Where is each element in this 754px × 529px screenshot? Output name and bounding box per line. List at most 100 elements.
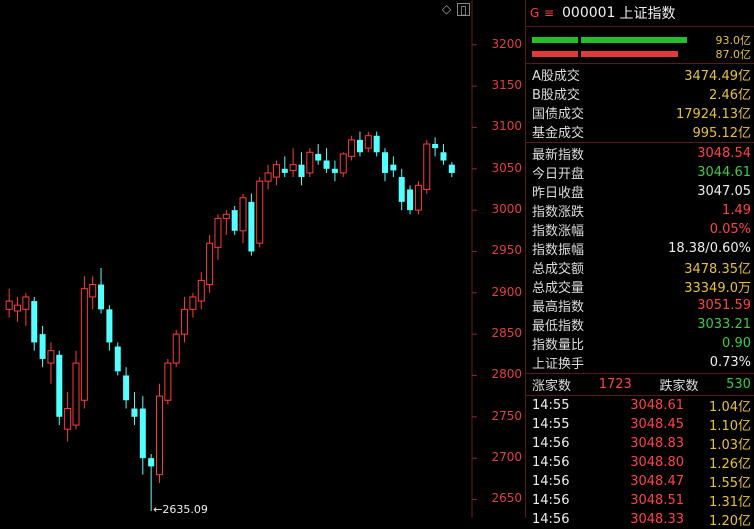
candlestick-chart[interactable]: ◇ ▯ 3200 3150 3100 3050 3000 2950 2900 2850 2800…	[0, 0, 524, 518]
tick-row: 14:56 3048.47 1.55亿	[526, 472, 754, 491]
tick-price: 3048.33	[630, 512, 684, 527]
menu-icon[interactable]: ≡	[544, 6, 558, 20]
stat-row: 最低指数 3033.21	[526, 315, 754, 334]
stat-row: 指数量比 0.90	[526, 334, 754, 353]
turnover-row: A股成交 3474.49亿	[526, 65, 754, 84]
candle-body	[14, 304, 22, 312]
candle-body	[331, 168, 338, 173]
y-tick-label: 3100	[491, 119, 522, 134]
candle-body	[123, 375, 130, 401]
tick-time: 14:56	[532, 455, 570, 470]
candle-body	[98, 284, 105, 310]
down-count: 530	[726, 377, 751, 392]
stats-section: 最新指数 3048.54 今日开盘 3044.61 昨日收盘 3047.05 指数涨跌 1.4…	[526, 143, 754, 374]
order-bar-right	[580, 51, 678, 57]
stat-label: 总成交量	[532, 281, 585, 296]
candle-body	[189, 296, 197, 310]
turnover-label: 基金成交	[532, 126, 585, 141]
candle-body	[248, 201, 255, 252]
candle-body	[214, 217, 222, 248]
stat-label: 上证换手	[532, 357, 585, 372]
tick-amount: 1.20亿	[709, 514, 751, 529]
candle-body	[289, 164, 297, 171]
up-count-label: 涨家数	[532, 379, 572, 394]
stat-value: 3044.61	[697, 165, 751, 180]
diamond-icon[interactable]: ◇	[440, 3, 453, 16]
stat-row: 指数涨幅 0.05%	[526, 220, 754, 239]
candle-body	[31, 301, 38, 343]
stat-row: 总成交额 3478.35亿	[526, 258, 754, 277]
candle-body	[414, 184, 422, 211]
stat-row: 最高指数 3051.59	[526, 296, 754, 315]
candle-body	[348, 139, 356, 157]
candle-body	[5, 300, 13, 310]
turnover-section: A股成交 3474.49亿 B股成交 2.46亿 国债成交 17924.13亿 基金成交 99…	[526, 64, 754, 143]
tick-row: 14:56 3048.33 1.20亿	[526, 510, 754, 529]
tick-list[interactable]: 14:55 3048.61 1.04亿 14:55 3048.45 1.10亿 14:56 3…	[526, 396, 754, 529]
up-count: 1723	[598, 377, 632, 392]
window-icon[interactable]: ▯	[457, 3, 470, 17]
turnover-label: A股成交	[532, 69, 580, 84]
tick-time: 14:56	[532, 474, 570, 489]
candle-body	[22, 296, 30, 310]
candle-body	[407, 189, 414, 211]
tick-price: 3048.47	[630, 474, 684, 489]
tick-time: 14:56	[532, 512, 570, 527]
stat-value: 33349.0万	[684, 281, 751, 296]
order-bar-label: 87.0亿	[715, 48, 752, 61]
y-tick-label: 3150	[491, 78, 522, 93]
stat-label: 指数涨跌	[532, 205, 585, 220]
stat-label: 最新指数	[532, 148, 585, 163]
candle-body	[432, 144, 439, 149]
tick-amount: 1.55亿	[709, 476, 751, 491]
tick-price: 3048.80	[630, 455, 684, 470]
candle-body	[323, 160, 330, 169]
candle-body	[423, 143, 431, 190]
tick-price: 3048.61	[630, 398, 684, 413]
tick-row: 14:55 3048.45 1.10亿	[526, 415, 754, 434]
y-tick-label: 2700	[491, 450, 522, 465]
candle-body	[56, 354, 63, 417]
candle-body	[315, 153, 322, 161]
candle-body	[373, 135, 380, 153]
tick-time: 14:55	[532, 398, 570, 413]
order-bars: 93.0亿 87.0亿	[526, 27, 754, 64]
index-code: 000001	[562, 5, 616, 21]
y-tick-label: 2850	[491, 326, 522, 341]
stat-value: 3033.21	[697, 317, 751, 332]
arrow-left-icon: ←	[153, 503, 163, 517]
turnover-value: 17924.13亿	[675, 107, 751, 122]
turnover-value: 995.12亿	[692, 126, 752, 141]
candle-body	[272, 164, 280, 178]
index-name: 上证指数	[619, 6, 676, 22]
group-label[interactable]: G	[530, 6, 544, 20]
stat-row: 上证换手 0.73%	[526, 353, 754, 372]
candle-body	[356, 139, 363, 153]
tick-amount: 1.31亿	[709, 495, 751, 510]
turnover-value: 3474.49亿	[684, 69, 751, 84]
turnover-label: 国债成交	[532, 107, 585, 122]
tick-price: 3048.83	[630, 436, 684, 451]
order-bar-left	[532, 37, 578, 43]
candle-body	[106, 309, 113, 343]
candle-body	[306, 151, 314, 174]
stat-label: 总成交额	[532, 262, 585, 277]
candle-body	[222, 213, 230, 219]
down-count-label: 跌家数	[659, 379, 699, 394]
y-tick-label: 3000	[491, 202, 522, 217]
candle-body	[390, 164, 397, 171]
tick-price: 3048.51	[630, 493, 684, 508]
candle-body	[47, 350, 55, 364]
stat-label: 今日开盘	[532, 167, 585, 182]
candle-body	[89, 284, 97, 298]
stat-value: 0.73%	[709, 355, 751, 370]
candle-body	[64, 408, 72, 430]
candle-body	[239, 197, 247, 232]
y-tick-label: 2750	[491, 408, 522, 423]
candle-body	[164, 362, 172, 401]
candle-body	[206, 242, 214, 286]
stat-row: 最新指数 3048.54	[526, 144, 754, 163]
stat-value: 1.49	[722, 203, 751, 218]
y-tick-label: 2900	[491, 284, 522, 299]
candle-body	[281, 168, 288, 173]
